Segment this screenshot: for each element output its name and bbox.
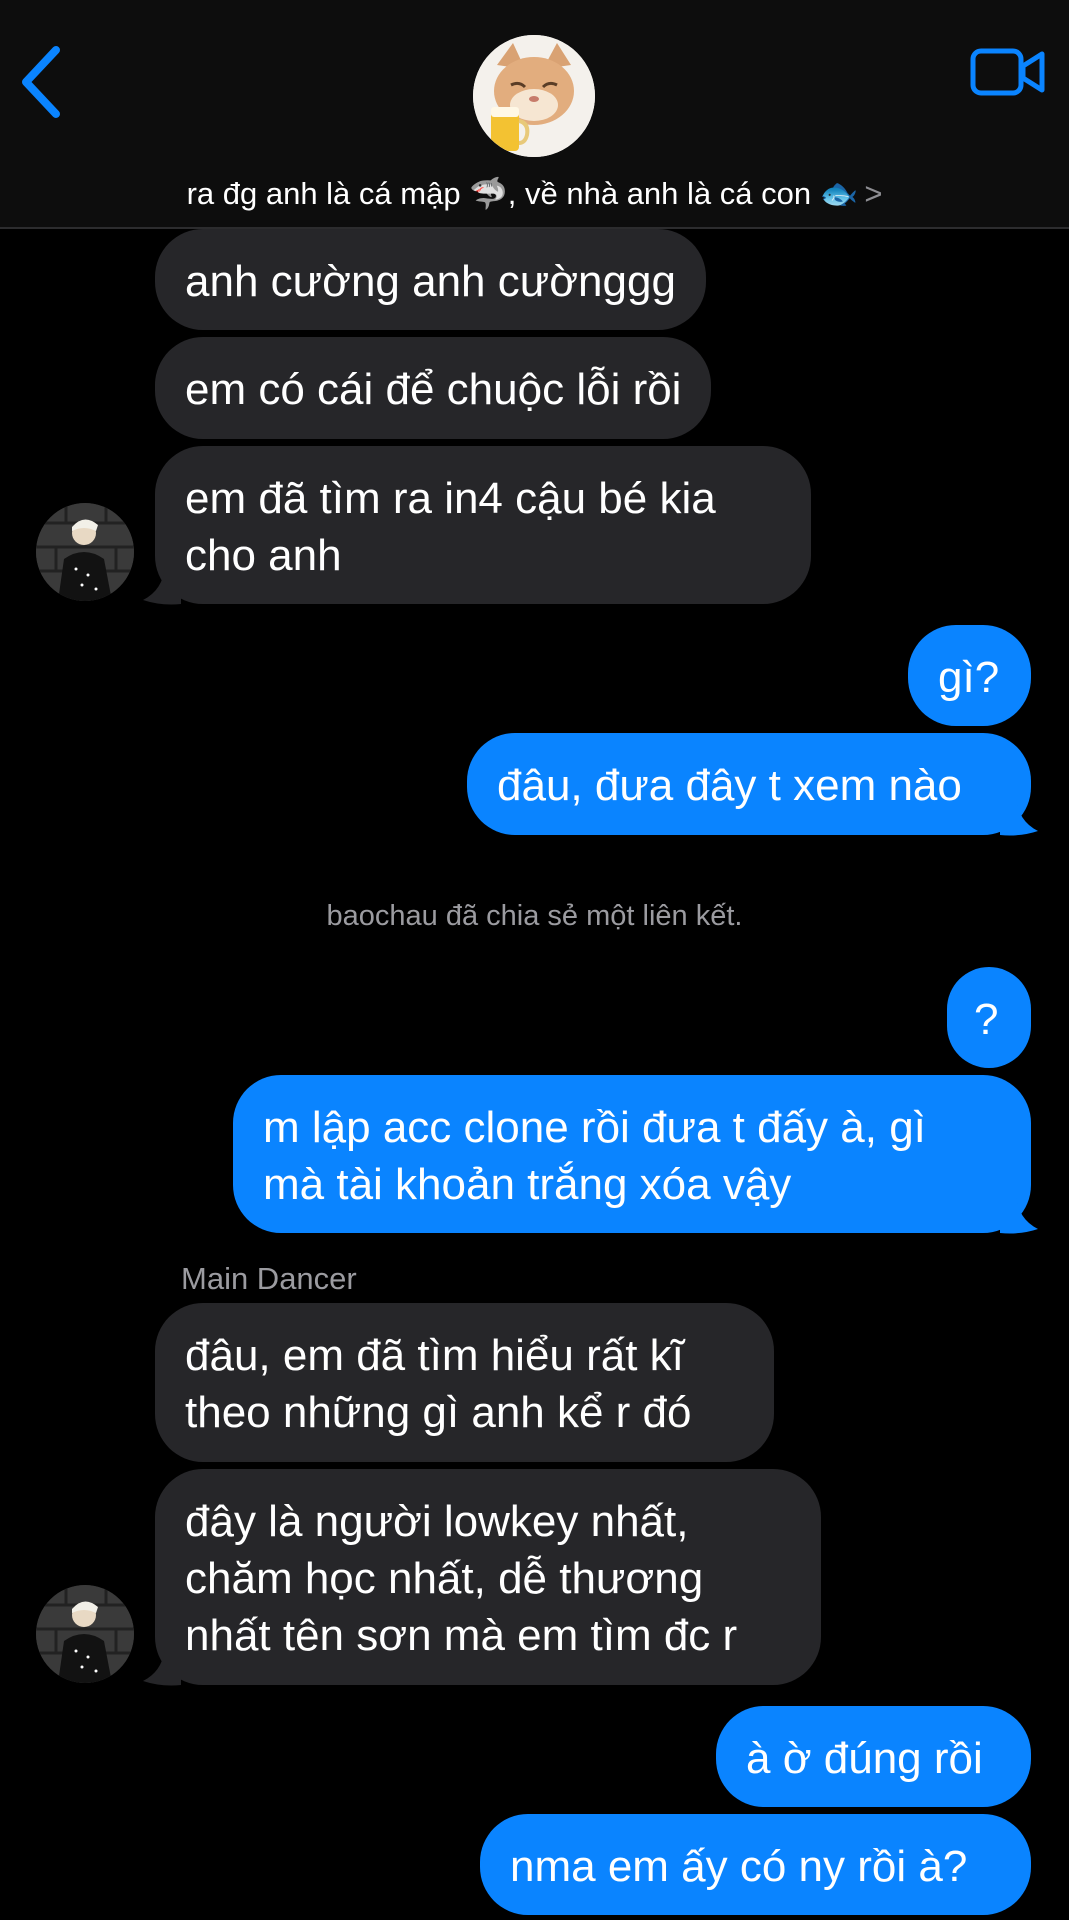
person-photo <box>36 1585 134 1683</box>
cat-photo <box>473 35 595 157</box>
incoming-message[interactable]: em đã tìm ra in4 cậu bé kia cho anh <box>155 446 811 604</box>
message-text-line: chăm học nhất, dễ thương <box>185 1554 704 1603</box>
message-text-line: cho anh <box>185 531 342 580</box>
message-text: đâu, đưa đây t xem nào <box>497 761 962 810</box>
bubble-tail-icon <box>1000 1195 1038 1234</box>
outgoing-message[interactable]: đâu, đưa đây t xem nào <box>467 733 1031 835</box>
message-text: à ờ đúng rồi <box>746 1734 983 1783</box>
person-photo <box>36 503 134 601</box>
outgoing-message[interactable]: nma em ấy có ny rồi à? <box>480 1814 1031 1915</box>
outgoing-message[interactable]: m lập acc clone rồi đưa t đấy à, gì mà t… <box>233 1075 1031 1233</box>
thread-title-text: ra đg anh là cá mập 🦈, về nhà anh là cá … <box>186 176 859 211</box>
incoming-message[interactable]: đây là người lowkey nhất, chăm học nhất,… <box>155 1469 821 1685</box>
outgoing-message[interactable]: ? <box>947 967 1031 1068</box>
bubble-tail-icon <box>143 566 181 605</box>
outgoing-message[interactable]: à ờ đúng rồi <box>716 1706 1031 1807</box>
incoming-message[interactable]: em có cái để chuộc lỗi rồi <box>155 337 712 439</box>
conversation-header: ra đg anh là cá mập 🦈, về nhà anh là cá … <box>0 0 1069 229</box>
outgoing-message[interactable]: gì? <box>908 625 1031 726</box>
message-text: ? <box>974 995 999 1044</box>
message-text-line: em đã tìm ra in4 cậu bé kia <box>185 474 716 523</box>
message-text: nma em ấy có ny rồi à? <box>510 1842 968 1891</box>
sender-name: Main Dancer <box>181 1261 357 1296</box>
video-camera-icon[interactable] <box>970 46 1046 98</box>
incoming-message[interactable]: anh cường anh cườnggg <box>155 229 706 330</box>
message-text-line: m lập acc clone rồi đưa t đấy à, gì <box>263 1103 926 1152</box>
message-text-line: theo những gì anh kể r đó <box>185 1388 692 1437</box>
message-text-line: đây là người lowkey nhất, <box>185 1497 689 1546</box>
sender-avatar[interactable] <box>36 1585 134 1683</box>
bubble-tail-icon <box>143 1647 181 1686</box>
message-text-line: mà tài khoản trắng xóa vậy <box>263 1160 792 1209</box>
thread-title[interactable]: ra đg anh là cá mập 🦈, về nhà anh là cá … <box>0 175 1069 212</box>
system-note: baochau đã chia sẻ một liên kết. <box>326 900 743 932</box>
sender-avatar[interactable] <box>36 503 134 601</box>
message-text: em có cái để chuộc lỗi rồi <box>185 365 682 414</box>
incoming-message[interactable]: đâu, em đã tìm hiểu rất kĩ theo những gì… <box>155 1303 774 1462</box>
chevron-right-icon: > <box>864 176 883 211</box>
group-avatar[interactable] <box>473 35 595 157</box>
chevron-left-icon[interactable] <box>18 44 68 120</box>
message-text-line: đâu, em đã tìm hiểu rất kĩ <box>185 1331 684 1380</box>
message-text: anh cường anh cườnggg <box>185 257 676 306</box>
message-text: gì? <box>938 653 1000 702</box>
bubble-tail-icon <box>1000 797 1038 836</box>
message-text-line: nhất tên sơn mà em tìm đc r <box>185 1611 738 1660</box>
